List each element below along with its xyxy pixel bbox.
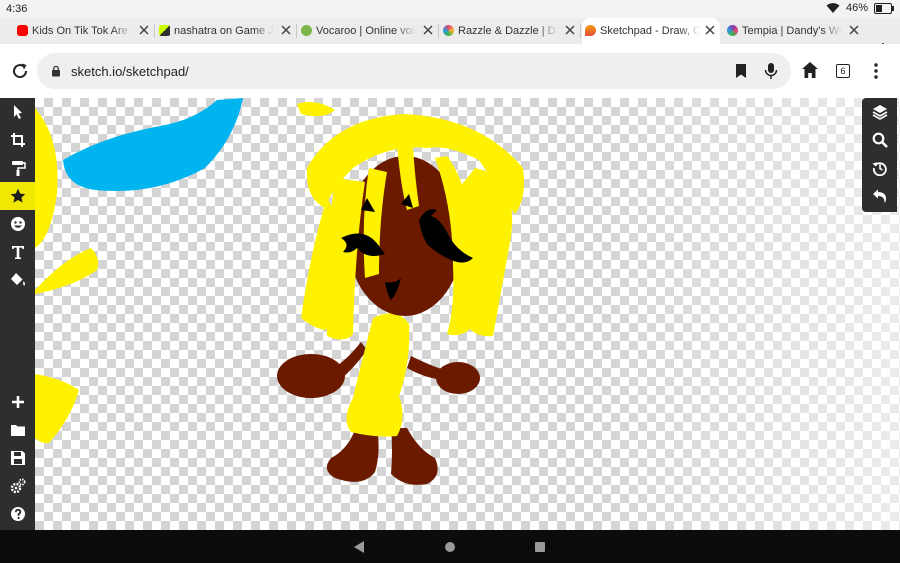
microphone-icon[interactable]: [763, 62, 779, 80]
address-bar[interactable]: sketch.io/sketchpad/: [37, 53, 791, 89]
yellow-shape-top-left: [35, 108, 58, 248]
plus-icon: [11, 396, 24, 408]
tab-switcher-button[interactable]: 6: [836, 64, 850, 78]
layers-button[interactable]: [862, 98, 897, 126]
help-button[interactable]: [0, 500, 35, 528]
history-button[interactable]: [862, 154, 897, 182]
home-button[interactable]: [445, 542, 455, 552]
sketchpad-icon: [585, 25, 596, 36]
crop-icon: [10, 133, 25, 147]
fandom-icon: [443, 25, 454, 36]
tab-razzle-dazzle[interactable]: Razzle & Dazzle | Dand: [440, 18, 581, 44]
tab-label: Razzle & Dazzle | Dand: [458, 25, 558, 37]
settings-button[interactable]: [0, 472, 35, 500]
brush-tool[interactable]: [0, 154, 35, 182]
gears-icon: [10, 478, 25, 494]
browser-toolbar: sketch.io/sketchpad/ 6: [0, 44, 900, 98]
undo-icon: [872, 189, 886, 203]
fill-tool[interactable]: [0, 266, 35, 294]
text-tool[interactable]: [0, 238, 35, 266]
bookmark-icon[interactable]: [733, 63, 749, 79]
tab-label: nashatra on Game Jol: [174, 25, 274, 37]
tab-tempia[interactable]: Tempia | Dandy's Worl: [724, 18, 864, 44]
new-button[interactable]: [0, 388, 35, 416]
close-icon[interactable]: [138, 24, 150, 36]
paint-bucket-icon: [10, 273, 25, 286]
left-tool-rail: [0, 98, 35, 530]
save-button[interactable]: [0, 444, 35, 472]
tab-label: Kids On Tik Tok Are F: [32, 25, 132, 37]
system-navigation-bar: [0, 530, 900, 563]
close-icon[interactable]: [280, 24, 292, 36]
tab-separator: [154, 24, 155, 38]
floppy-icon: [10, 451, 25, 465]
star-icon: [10, 188, 25, 203]
history-icon: [872, 162, 887, 176]
back-icon[interactable]: [354, 541, 364, 553]
battery-percent: 46%: [845, 2, 868, 14]
tab-gamejolt[interactable]: nashatra on Game Jol: [156, 18, 297, 44]
tab-label: Sketchpad - Draw, Cre: [600, 25, 700, 37]
reload-icon[interactable]: [10, 61, 30, 81]
tab-count: 6: [840, 66, 846, 76]
overflow-menu-icon[interactable]: [872, 62, 880, 80]
tab-strip: Kids On Tik Tok Are F nashatra on Game J…: [0, 18, 900, 55]
close-icon[interactable]: [848, 24, 860, 36]
close-icon[interactable]: [422, 24, 434, 36]
text-icon: [11, 246, 24, 259]
select-tool[interactable]: [0, 98, 35, 126]
status-time: 4:36: [6, 3, 28, 15]
tab-separator: [580, 24, 581, 38]
undo-button[interactable]: [862, 182, 897, 210]
right-arm: [407, 356, 445, 380]
drawing-artwork: [35, 98, 524, 485]
wifi-icon: [826, 3, 840, 13]
battery-icon: [874, 2, 894, 14]
status-bar: 4:36 46%: [0, 0, 900, 18]
emoji-tool[interactable]: [0, 210, 35, 238]
right-leg: [391, 428, 438, 485]
yellow-shape-left-middle: [35, 248, 99, 294]
right-tool-panel: [862, 98, 897, 212]
folder-icon: [10, 425, 25, 436]
tab-vocaroo[interactable]: Vocaroo | Online voice: [298, 18, 439, 44]
tab-separator: [296, 24, 297, 38]
battery-fill: [876, 4, 882, 12]
tab-label: Tempia | Dandy's Worl: [742, 25, 842, 37]
layers-icon: [872, 105, 887, 120]
open-button[interactable]: [0, 416, 35, 444]
drawing-canvas[interactable]: [35, 98, 900, 530]
close-icon[interactable]: [564, 24, 576, 36]
blue-stroke: [63, 98, 243, 192]
crop-tool[interactable]: [0, 126, 35, 154]
yellow-shape-left-bottom: [35, 374, 79, 444]
tab-separator: [438, 24, 439, 38]
smiley-icon: [10, 217, 25, 231]
home-icon[interactable]: [801, 61, 819, 79]
tab-kids-on-tiktok[interactable]: Kids On Tik Tok Are F: [14, 18, 155, 44]
yellow-dress: [346, 313, 410, 437]
paint-roller-icon: [11, 161, 26, 176]
magnifier-icon: [872, 132, 888, 148]
vocaroo-icon: [301, 25, 312, 36]
tab-label: Vocaroo | Online voice: [316, 25, 416, 37]
close-icon[interactable]: [704, 24, 716, 36]
youtube-icon: [17, 25, 28, 36]
url-text[interactable]: sketch.io/sketchpad/: [71, 64, 189, 79]
hair-tuft: [297, 102, 335, 117]
fandom-icon: [727, 25, 738, 36]
recent-apps-button[interactable]: [535, 542, 545, 552]
gamejolt-icon: [159, 25, 170, 36]
pointer-icon: [13, 105, 22, 119]
question-icon: [10, 507, 25, 521]
left-leg: [326, 428, 379, 482]
tab-sketchpad[interactable]: Sketchpad - Draw, Cre: [582, 18, 720, 44]
lock-icon[interactable]: [50, 65, 62, 77]
stamp-tool[interactable]: [0, 182, 35, 210]
zoom-button[interactable]: [862, 126, 897, 154]
